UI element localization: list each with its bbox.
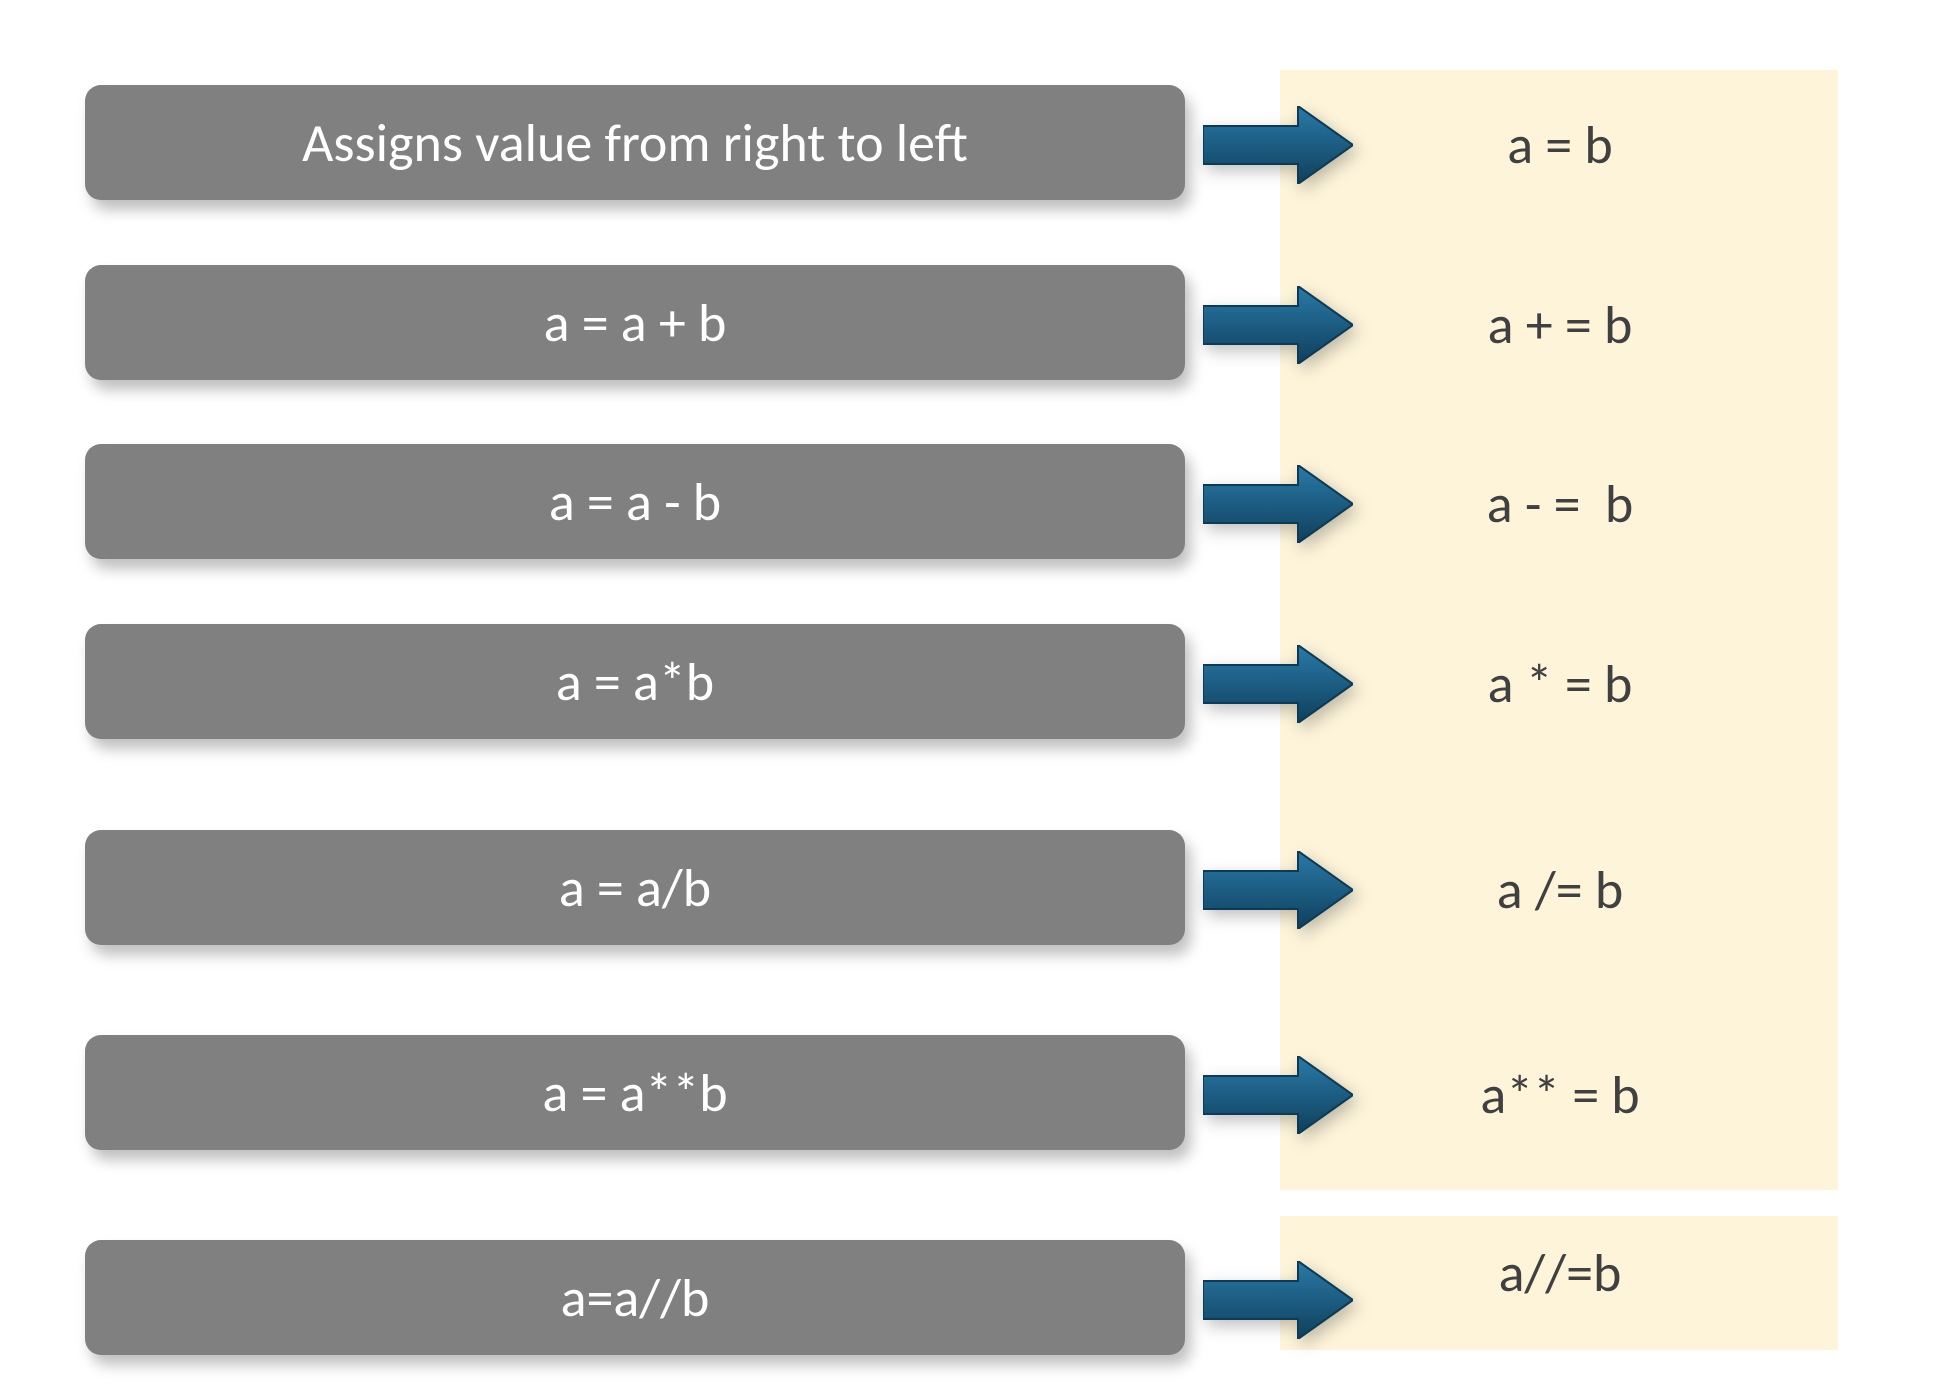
right-label: a** = b — [1300, 1062, 1820, 1128]
left-pill: a = a**b — [85, 1035, 1185, 1150]
left-pill: a = a - b — [85, 444, 1185, 559]
left-label: a = a - b — [549, 469, 721, 535]
right-label: a = b — [1300, 112, 1820, 178]
result-panel-main — [1280, 70, 1838, 1190]
right-label: a - = b — [1300, 471, 1820, 537]
left-pill: a = a + b — [85, 265, 1185, 380]
left-pill: a = a*b — [85, 624, 1185, 739]
left-label: a=a//b — [561, 1265, 710, 1331]
diagram-canvas: Assigns value from right to left a = b a… — [0, 0, 1940, 1384]
left-pill: a=a//b — [85, 1240, 1185, 1355]
right-label: a /= b — [1300, 857, 1820, 923]
left-label: a = a/b — [559, 855, 711, 921]
right-label: a//=b — [1300, 1240, 1820, 1306]
left-label: a = a + b — [544, 290, 727, 356]
left-label: a = a*b — [556, 649, 714, 715]
left-label: a = a**b — [542, 1060, 727, 1126]
left-pill: a = a/b — [85, 830, 1185, 945]
right-label: a + = b — [1300, 292, 1820, 358]
right-label: a * = b — [1300, 651, 1820, 717]
left-label: Assigns value from right to left — [302, 110, 968, 176]
left-pill: Assigns value from right to left — [85, 85, 1185, 200]
